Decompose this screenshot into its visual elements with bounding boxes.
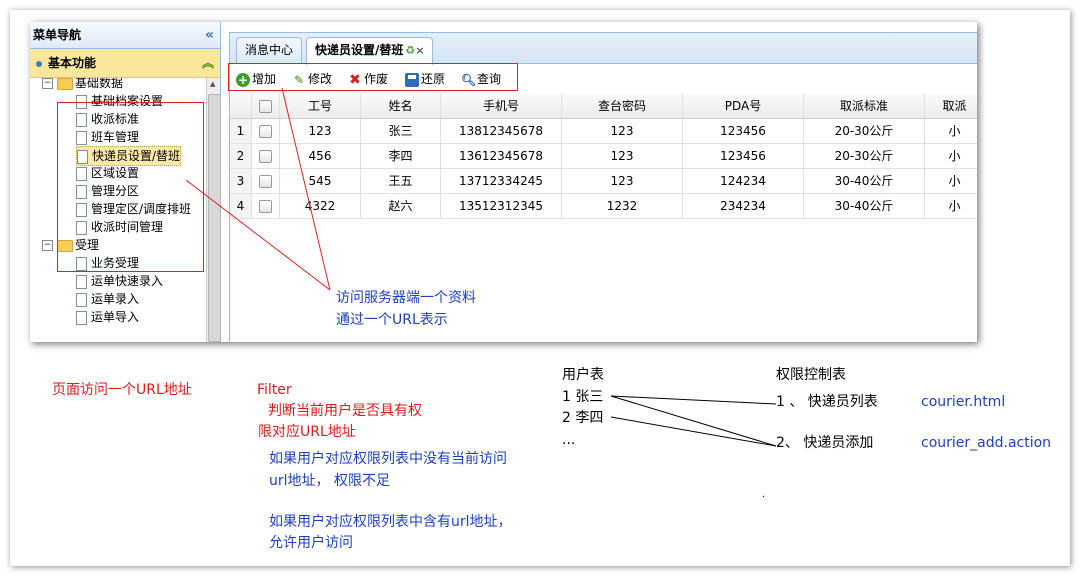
user-row-2: 2 李四 xyxy=(562,410,604,426)
stray-dot: . xyxy=(762,489,766,500)
perm-url-2: courier_add.action xyxy=(921,435,1052,451)
note-filter-desc1: 判断当前用户是否具有权 xyxy=(268,403,422,419)
note-page-url: 页面访问一个URL地址 xyxy=(52,382,192,398)
user-row-more: ... xyxy=(562,432,576,448)
user-row-1: 1 张三 xyxy=(562,389,604,405)
perm-row-1: 1 、 快递员列表 xyxy=(776,394,878,410)
note-server-line1: 访问服务器端一个资料 xyxy=(336,290,476,306)
note-allow1: 如果用户对应权限列表中含有url地址， xyxy=(269,514,512,530)
note-server-line2: 通过一个URL表示 xyxy=(336,312,448,328)
line-user1-perm1 xyxy=(610,395,777,405)
user-table-title: 用户表 xyxy=(562,367,604,383)
line-menu-to-note xyxy=(185,179,331,291)
note-filter-desc2: 限对应URL地址 xyxy=(258,424,356,440)
note-deny2: url地址， 权限不足 xyxy=(269,473,390,489)
line-toolbar-to-note xyxy=(281,87,331,291)
annotation-lines xyxy=(185,87,777,447)
note-deny1: 如果用户对应权限列表中没有当前访问 xyxy=(269,451,507,467)
note-allow2: 允许用户访问 xyxy=(269,535,353,551)
perm-row-2: 2、 快递员添加 xyxy=(776,435,874,451)
perm-url-1: courier.html xyxy=(921,394,1006,410)
note-filter: Filter xyxy=(257,382,292,398)
perm-table-title: 权限控制表 xyxy=(776,367,846,383)
